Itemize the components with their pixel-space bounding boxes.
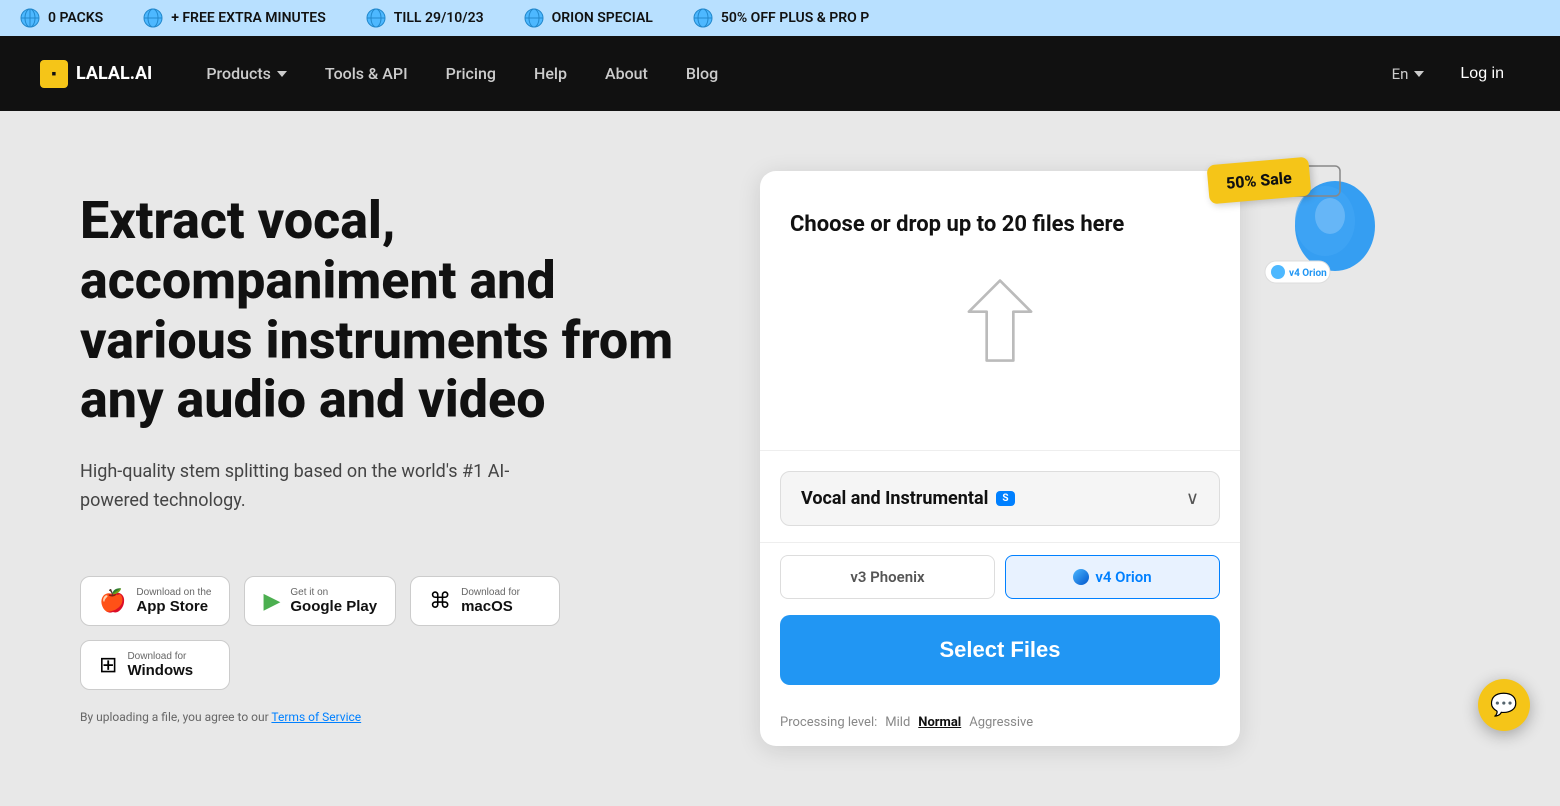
- processing-label: Processing level:: [780, 715, 877, 730]
- macos-icon: ⌘: [429, 590, 451, 612]
- windows-icon: ⊞: [99, 654, 117, 676]
- globe-icon-2: [143, 8, 163, 28]
- login-button[interactable]: Log in: [1444, 57, 1520, 91]
- processing-level: Processing level: Mild Normal Aggressive: [760, 705, 1240, 746]
- globe-icon-1: [20, 8, 40, 28]
- svg-text:v4 Orion: v4 Orion: [1289, 268, 1327, 279]
- lang-chevron-icon: [1414, 71, 1424, 77]
- language-selector[interactable]: En: [1392, 65, 1425, 83]
- stem-type-dropdown[interactable]: Vocal and Instrumental S ∨: [780, 471, 1220, 526]
- terms-text: By uploading a file, you agree to our Te…: [80, 710, 700, 724]
- windows-button[interactable]: ⊞ Download for Windows: [80, 640, 230, 690]
- select-files-button[interactable]: Select Files: [780, 615, 1220, 685]
- select-files-section: Select Files: [760, 615, 1240, 705]
- play-icon: ▶: [263, 590, 280, 612]
- tab-v4-orion[interactable]: v4 Orion: [1005, 555, 1220, 599]
- globe-icon-3: [366, 8, 386, 28]
- nav-help[interactable]: Help: [530, 56, 571, 91]
- chat-icon: 💬: [1490, 693, 1517, 718]
- upload-arrow-icon: [960, 275, 1040, 375]
- dropdown-section: Vocal and Instrumental S ∨: [760, 451, 1240, 543]
- ticker-item-1: 0 PACKS: [20, 8, 103, 28]
- nav-tools-api[interactable]: Tools & API: [321, 56, 412, 91]
- tab-v3-phoenix[interactable]: v3 Phoenix: [780, 555, 995, 599]
- nav-blog[interactable]: Blog: [682, 56, 722, 91]
- ai-badge: S: [996, 491, 1014, 506]
- app-store-button[interactable]: 🍎 Download on the App Store: [80, 576, 230, 626]
- nav-products[interactable]: Products: [202, 56, 291, 91]
- dropdown-label-text: Vocal and Instrumental S: [801, 488, 1015, 509]
- nav-pricing[interactable]: Pricing: [442, 56, 500, 91]
- ticker-item-2: + FREE EXTRA MINUTES: [143, 8, 326, 28]
- logo[interactable]: ▪ LALAL.AI: [40, 60, 152, 88]
- ticker-item-5: 50% OFF PLUS & PRO P: [693, 8, 869, 28]
- processing-normal[interactable]: Normal: [918, 715, 961, 730]
- logo-text: LALAL.AI: [76, 63, 152, 84]
- processing-mild[interactable]: Mild: [885, 715, 910, 730]
- orion-dot-icon: [1073, 569, 1089, 585]
- macos-button[interactable]: ⌘ Download for macOS: [410, 576, 560, 626]
- globe-icon-5: [693, 8, 713, 28]
- ticker-item-4: ORION SPECIAL: [524, 8, 653, 28]
- google-play-button[interactable]: ▶ Get it on Google Play: [244, 576, 396, 626]
- upload-card: 50% Sale New AI Model! v4 Orion: [760, 171, 1240, 746]
- logo-icon: ▪: [40, 60, 68, 88]
- dropdown-chevron-icon: ∨: [1186, 488, 1199, 509]
- download-buttons: 🍎 Download on the App Store ▶ Get it on …: [80, 576, 700, 690]
- terms-link[interactable]: Terms of Service: [271, 710, 361, 724]
- hero-title: Extract vocal, accompaniment and various…: [80, 191, 700, 430]
- version-tabs: v3 Phoenix v4 Orion: [760, 543, 1240, 615]
- sale-badge: 50% Sale: [1207, 157, 1312, 205]
- nav-right: En Log in: [1392, 57, 1520, 91]
- hero-section: Extract vocal, accompaniment and various…: [80, 171, 700, 724]
- processing-aggressive[interactable]: Aggressive: [969, 715, 1033, 730]
- main-content: Extract vocal, accompaniment and various…: [0, 111, 1560, 806]
- apple-icon: 🍎: [99, 590, 126, 612]
- ticker-bar: 0 PACKS + FREE EXTRA MINUTES TILL 29/10/…: [0, 0, 1560, 36]
- nav-about[interactable]: About: [601, 56, 652, 91]
- navbar: ▪ LALAL.AI Products Tools & API Pricing …: [0, 36, 1560, 111]
- chat-bubble-button[interactable]: 💬: [1478, 679, 1530, 731]
- upload-icon-area: [790, 260, 1210, 390]
- hero-subtitle: High-quality stem splitting based on the…: [80, 458, 560, 516]
- chevron-down-icon: [277, 71, 287, 77]
- globe-icon-4: [524, 8, 544, 28]
- upload-description: Choose or drop up to 20 files here: [790, 211, 1124, 240]
- upload-area[interactable]: Choose or drop up to 20 files here: [760, 171, 1240, 451]
- ticker-item-3: TILL 29/10/23: [366, 8, 484, 28]
